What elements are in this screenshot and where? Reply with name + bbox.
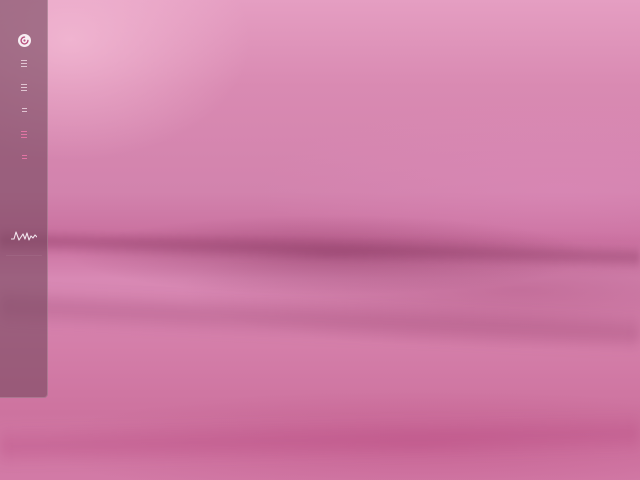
dock-divider xyxy=(6,255,42,256)
dock-task-4[interactable] xyxy=(0,127,48,141)
app-launcher-icon xyxy=(17,33,31,47)
window-icon xyxy=(21,108,27,112)
dock-task-1[interactable] xyxy=(0,56,48,70)
window-icon xyxy=(21,155,27,159)
activity-monitor-widget[interactable] xyxy=(0,226,48,244)
dock-task-2[interactable] xyxy=(0,80,48,94)
wallpaper-fold xyxy=(0,227,640,271)
activity-graph-icon xyxy=(11,231,37,241)
window-icon xyxy=(21,59,27,67)
window-icon xyxy=(21,83,27,91)
desktop-wallpaper xyxy=(0,0,640,480)
dock-task-5[interactable] xyxy=(0,150,48,164)
window-icon xyxy=(21,130,27,138)
dock-task-3[interactable] xyxy=(0,103,48,117)
side-dock xyxy=(0,0,48,398)
wallpaper-fold xyxy=(0,286,640,354)
app-launcher-button[interactable] xyxy=(0,30,48,50)
wallpaper-fold xyxy=(0,413,640,467)
